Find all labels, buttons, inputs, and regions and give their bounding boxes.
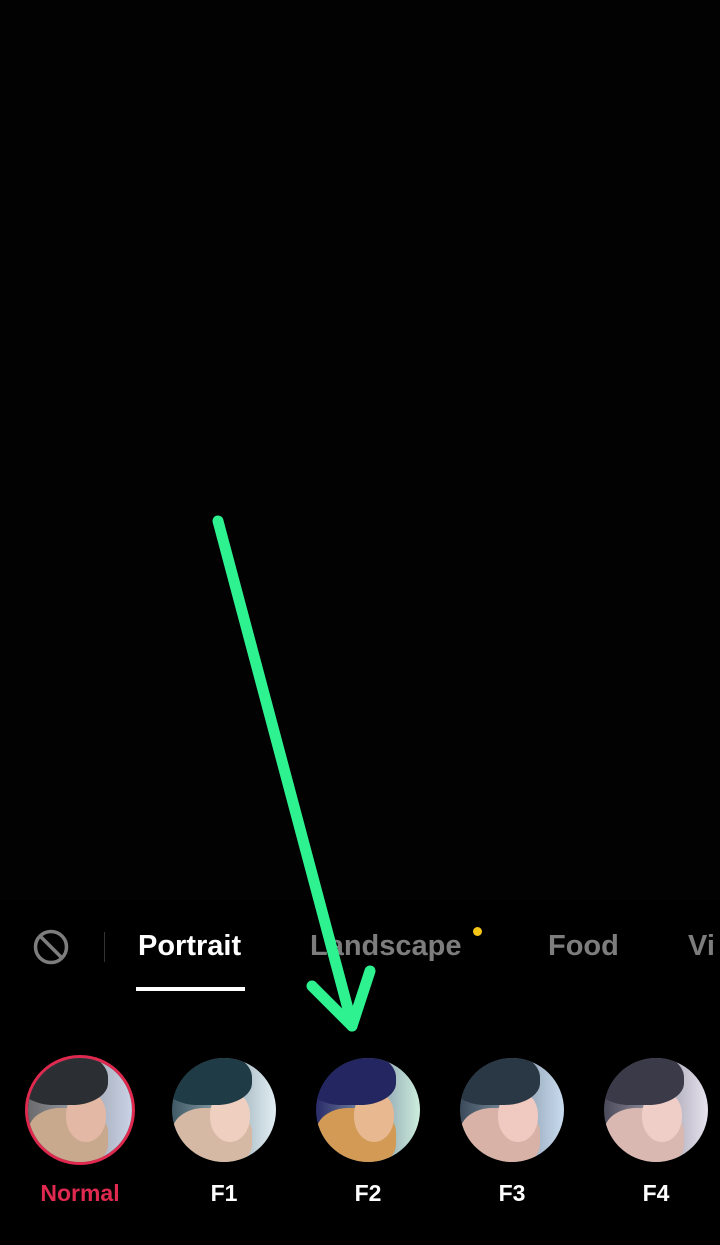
filter-label-f1: F1 [210,1180,238,1206]
filter-f1[interactable] [172,1058,276,1162]
filter-label-normal: Normal [40,1180,120,1206]
tab-food[interactable]: Food [548,930,619,963]
tab-landscape[interactable]: Landscape [310,930,462,963]
filter-thumbnail [316,1058,420,1162]
filter-f4[interactable] [604,1058,708,1162]
filter-label-f4: F4 [642,1180,670,1206]
new-indicator-dot [473,927,482,936]
filter-label-f2: F2 [354,1180,382,1206]
filter-thumbnail [28,1058,132,1162]
divider [104,932,105,962]
active-tab-underline [136,987,245,991]
filter-thumbnail [460,1058,564,1162]
filter-label-f3: F3 [498,1180,526,1206]
filter-f3[interactable] [460,1058,564,1162]
filter-thumbnail [604,1058,708,1162]
filter-normal[interactable] [28,1058,132,1162]
tab-vi[interactable]: Vi [688,930,715,963]
camera-preview [0,0,720,900]
prohibited-icon[interactable] [33,929,69,965]
tab-portrait[interactable]: Portrait [138,930,241,963]
filter-f2[interactable] [316,1058,420,1162]
filter-thumbnail [172,1058,276,1162]
